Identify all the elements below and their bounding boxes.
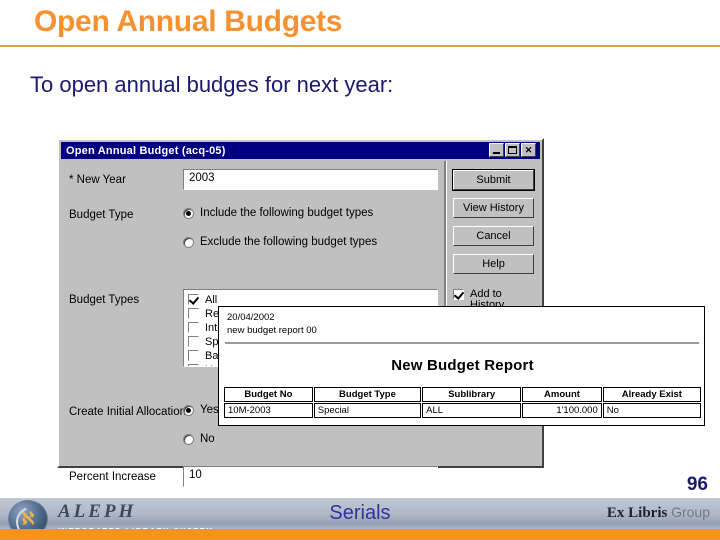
maximize-icon[interactable] [505, 143, 520, 157]
list-item-label: All [205, 293, 218, 306]
radio-icon [183, 404, 194, 416]
radio-icon [183, 236, 194, 248]
radio-exclude-label: Exclude the following budget types [200, 236, 378, 248]
footer-accent-bar [0, 529, 720, 540]
checkbox-icon [188, 322, 199, 333]
page-title: Open Annual Budgets [34, 5, 343, 38]
column-header-budget-no: Budget No [224, 387, 313, 402]
table-row: 10M-2003 Special ALL 1'100.000 No [224, 403, 701, 418]
footer: ℵ ALEPH INTEGRATED LIBRARY SYSTEM Serial… [0, 498, 720, 540]
dialog-title: Open Annual Budget (acq-05) [66, 144, 226, 157]
checkbox-icon [188, 336, 199, 347]
close-icon[interactable]: ✕ [521, 143, 536, 157]
cell-budget-type: Special [313, 403, 422, 418]
column-header-sublibrary: Sublibrary [422, 387, 522, 402]
submit-button[interactable]: Submit [452, 169, 535, 191]
budget-type-label: Budget Type [69, 209, 134, 221]
radio-no-label: No [200, 433, 215, 445]
report-table: Budget No Budget Type Sublibrary Amount … [223, 386, 702, 419]
cell-budget-no: 10M-2003 [224, 403, 313, 418]
checkbox-icon [188, 350, 199, 361]
checkbox-icon [188, 364, 199, 366]
new-year-label: * New Year [69, 174, 126, 186]
report-meta: 20/04/2002 new budget report 00 [227, 311, 317, 337]
list-item[interactable]: All [188, 293, 437, 306]
intro-text: To open annual budges for next year: [30, 72, 394, 97]
minimize-icon[interactable] [489, 143, 504, 157]
radio-include-label: Include the following budget types [200, 207, 374, 219]
column-header-amount: Amount [522, 387, 602, 402]
radio-allocation-no[interactable]: No [183, 433, 215, 445]
page-number: 96 [686, 474, 708, 495]
report-divider [225, 342, 699, 344]
checkbox-icon [188, 308, 199, 319]
ex-libris-name: Ex Libris [606, 505, 668, 521]
cell-amount: 1'100.000 [522, 403, 602, 418]
radio-include-budget-types[interactable]: Include the following budget types [183, 207, 373, 219]
create-initial-allocation-label: Create Initial Allocation [69, 406, 186, 418]
checkbox-icon [453, 289, 464, 300]
report-date: 20/04/2002 [227, 312, 275, 323]
close-glyph: ✕ [524, 145, 533, 155]
dialog-titlebar[interactable]: Open Annual Budget (acq-05) ✕ [61, 142, 540, 159]
view-history-button[interactable]: View History [453, 198, 534, 218]
percent-increase-input[interactable]: 10 [183, 466, 438, 487]
ex-libris-logo: Ex Libris Group [607, 504, 710, 522]
radio-icon [183, 207, 194, 219]
cell-sublibrary: ALL [422, 403, 522, 418]
help-button[interactable]: Help [453, 254, 534, 274]
radio-exclude-budget-types[interactable]: Exclude the following budget types [183, 236, 377, 248]
budget-types-label: Budget Types [69, 294, 140, 306]
table-header-row: Budget No Budget Type Sublibrary Amount … [224, 387, 701, 402]
new-budget-report-window: 20/04/2002 new budget report 00 New Budg… [218, 306, 705, 426]
report-heading: New Budget Report [391, 357, 534, 374]
new-year-input[interactable]: 2003 [183, 169, 438, 190]
report-subtitle: new budget report 00 [227, 325, 317, 336]
radio-icon [183, 433, 194, 445]
title-divider [0, 45, 720, 47]
ex-libris-group: Group [671, 504, 710, 520]
checkbox-icon [188, 294, 199, 305]
radio-allocation-yes[interactable]: Yes [183, 404, 219, 416]
cancel-button[interactable]: Cancel [453, 226, 534, 246]
column-header-budget-type: Budget Type [313, 387, 422, 402]
cell-already-exist: No [602, 403, 701, 418]
percent-increase-label: Percent Increase [69, 471, 156, 483]
column-header-already-exist: Already Exist [602, 387, 701, 402]
radio-yes-label: Yes [200, 404, 219, 416]
window-controls: ✕ [489, 143, 537, 157]
